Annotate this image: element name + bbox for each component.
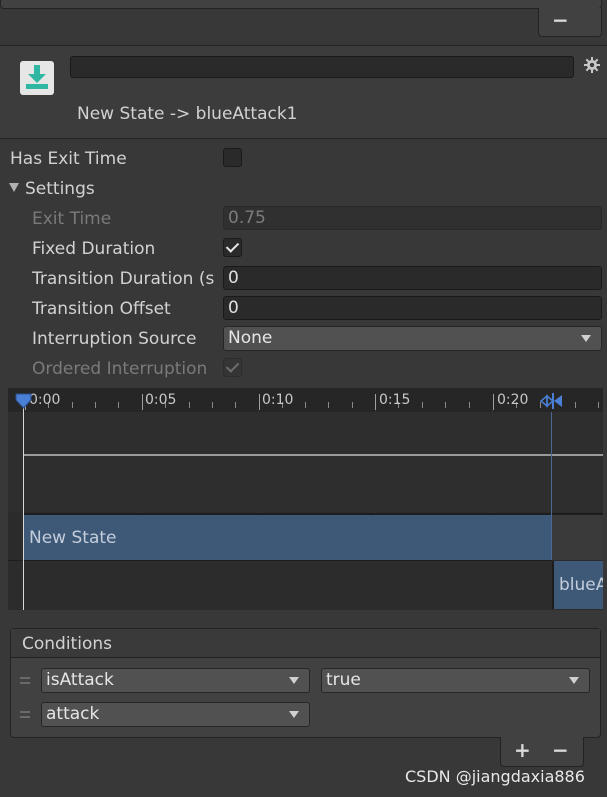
drag-handle-icon[interactable] bbox=[20, 716, 30, 718]
settings-foldout-label[interactable]: Settings bbox=[25, 179, 95, 199]
transition-duration-field[interactable]: 0 bbox=[223, 266, 602, 290]
interruption-source-label: Interruption Source bbox=[32, 329, 197, 349]
top-list-panel bbox=[0, 0, 602, 9]
has-exit-time-checkbox[interactable] bbox=[223, 148, 242, 167]
condition-parameter-value: attack bbox=[46, 704, 100, 724]
chevron-down-icon bbox=[289, 711, 299, 718]
timeline-tick-label: 0:15 bbox=[379, 392, 411, 408]
conditions-header: Conditions bbox=[22, 634, 112, 654]
exit-time-field: 0.75 bbox=[223, 206, 602, 230]
transition-offset-label: Transition Offset bbox=[32, 299, 171, 319]
drag-handle-icon[interactable] bbox=[20, 677, 30, 679]
transition-icon bbox=[20, 61, 54, 95]
watermark: CSDN @jiangdaxia886 bbox=[405, 767, 585, 786]
source-state-label: New State bbox=[29, 528, 117, 548]
drag-handle-icon[interactable] bbox=[20, 682, 30, 684]
interruption-source-dropdown[interactable]: None bbox=[223, 326, 602, 351]
timeline-tick-label: 0:20 bbox=[497, 392, 529, 408]
chevron-down-icon bbox=[581, 335, 591, 342]
settings-foldout-arrow-icon[interactable] bbox=[9, 183, 19, 192]
transition-offset-field[interactable]: 0 bbox=[223, 296, 602, 320]
timeline-tick-label: 0:00 bbox=[29, 392, 61, 408]
transition-end-handle-icon[interactable] bbox=[539, 392, 566, 410]
has-exit-time-label: Has Exit Time bbox=[10, 149, 127, 169]
add-condition-button[interactable]: + bbox=[514, 738, 531, 762]
ordered-interruption-checkbox bbox=[223, 358, 242, 377]
fixed-duration-checkbox[interactable] bbox=[223, 238, 242, 257]
chevron-down-icon bbox=[289, 677, 299, 684]
dest-state-bar[interactable]: blueA bbox=[552, 561, 603, 609]
condition-parameter-value: isAttack bbox=[46, 670, 114, 690]
source-state-tail bbox=[552, 513, 603, 560]
top-list-remove-button[interactable]: − bbox=[552, 8, 569, 32]
conditions-footer bbox=[500, 737, 584, 767]
transition-name-field[interactable] bbox=[70, 56, 574, 78]
ordered-interruption-label: Ordered Interruption bbox=[32, 359, 208, 379]
chevron-down-icon bbox=[569, 677, 579, 684]
condition-parameter-dropdown[interactable]: attack bbox=[41, 702, 310, 727]
fixed-duration-label: Fixed Duration bbox=[32, 239, 156, 259]
playhead-line bbox=[23, 404, 24, 610]
condition-value-dropdown[interactable]: true bbox=[321, 668, 590, 693]
condition-parameter-dropdown[interactable]: isAttack bbox=[41, 668, 310, 693]
condition-value: true bbox=[326, 670, 361, 690]
gear-icon[interactable] bbox=[583, 56, 601, 74]
transition-title: New State -> blueAttack1 bbox=[77, 104, 298, 124]
timeline-tick-label: 0:10 bbox=[262, 392, 294, 408]
exit-time-label: Exit Time bbox=[32, 209, 112, 229]
checkmark-icon bbox=[225, 239, 240, 253]
remove-condition-button[interactable]: − bbox=[552, 738, 569, 762]
timeline-tick-label: 0:05 bbox=[145, 392, 177, 408]
drag-handle-icon[interactable] bbox=[20, 711, 30, 713]
timeline-lower-track bbox=[8, 560, 552, 610]
transition-curve-track bbox=[8, 412, 603, 512]
transition-duration-label: Transition Duration (s bbox=[32, 269, 215, 289]
checkmark-icon bbox=[225, 359, 240, 373]
transition-curve-line bbox=[23, 454, 603, 456]
dest-state-label: blueA bbox=[559, 575, 603, 595]
playhead-marker-icon[interactable] bbox=[15, 393, 32, 409]
top-list-footer bbox=[538, 8, 602, 37]
interruption-source-value: None bbox=[228, 328, 273, 348]
